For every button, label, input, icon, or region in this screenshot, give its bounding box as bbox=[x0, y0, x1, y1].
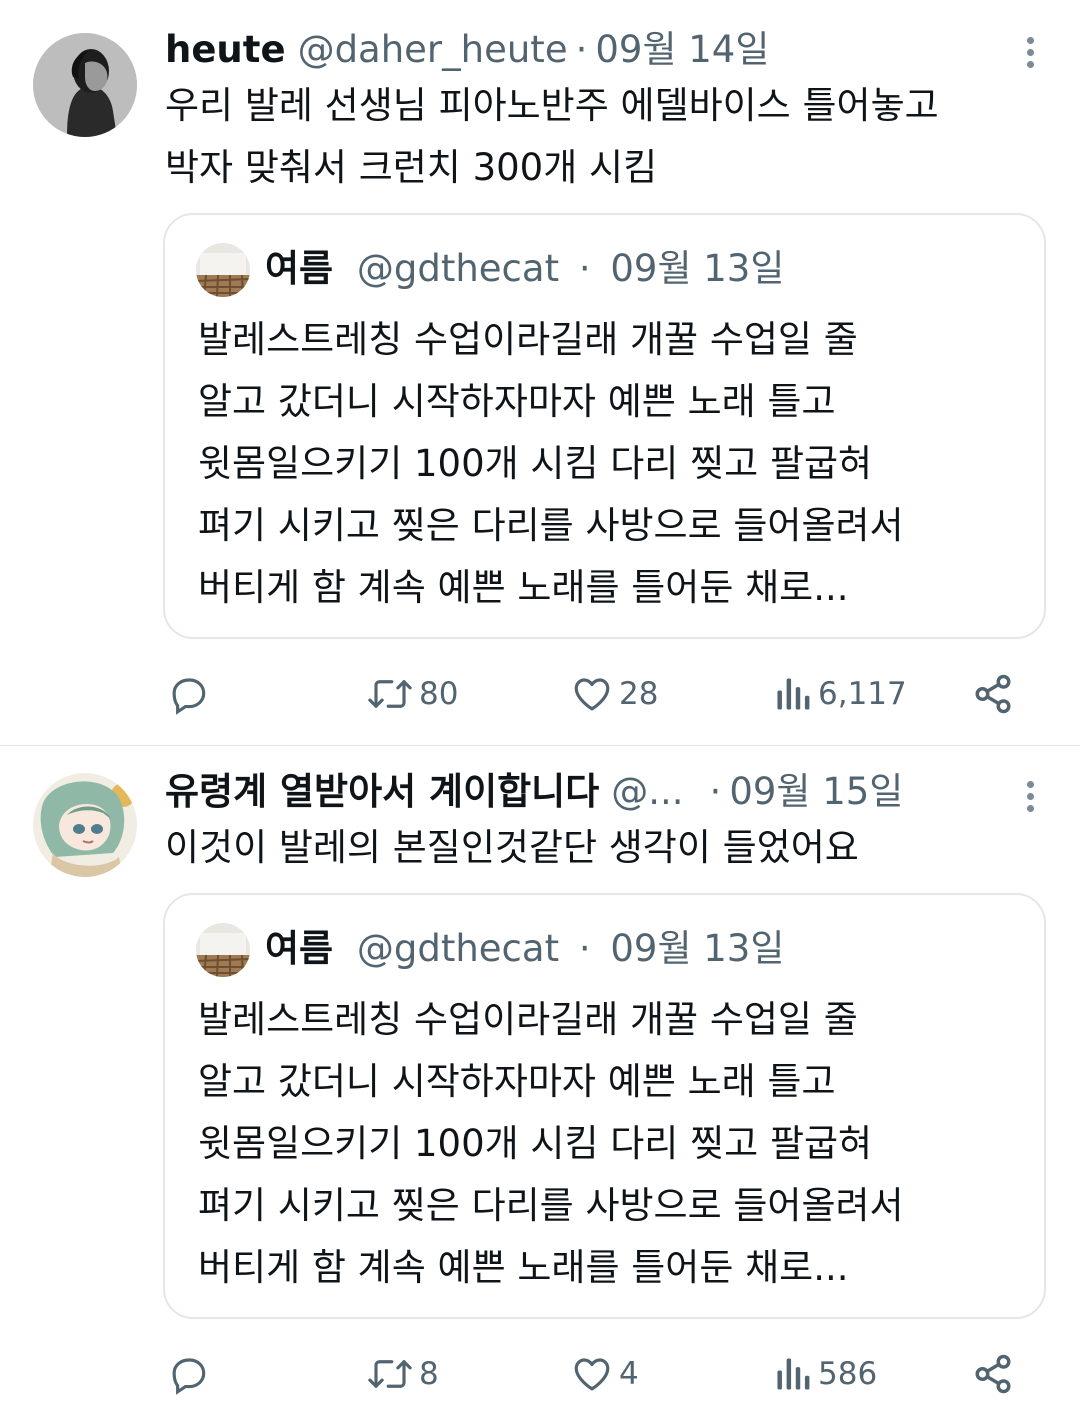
display-name[interactable]: heute bbox=[165, 22, 286, 78]
separator: · bbox=[709, 770, 722, 813]
tweet-text: 이것이 발레의 본질인것같단 생각이 들었어요 bbox=[165, 817, 1040, 879]
display-name[interactable]: 유령계 열받아서 계이합니다 bbox=[165, 764, 599, 820]
tweet-header: heute @daher_heute · 09월 14일 bbox=[165, 22, 1020, 78]
retweet-button[interactable]: 80 bbox=[367, 664, 458, 724]
tweet-header: 유령계 열받아서 계이합니다 @... · 09월 15일 bbox=[165, 764, 1020, 820]
views-icon bbox=[777, 1358, 810, 1390]
like-button[interactable]: 28 bbox=[571, 664, 658, 724]
separator: · bbox=[578, 247, 591, 290]
quote-text: 발레스트레칭 수업이라길래 개꿀 수업일 줄 알고 갔더니 시작하자마자 예쁜 … bbox=[198, 309, 1004, 619]
quote-text-line: 알고 갔더니 시작하자마자 예쁜 노래 틀고 bbox=[198, 1060, 836, 1103]
avatar[interactable] bbox=[33, 773, 137, 877]
share-icon bbox=[975, 1354, 1011, 1394]
like-count: 28 bbox=[619, 676, 659, 712]
quote-date: 09월 13일 bbox=[610, 247, 785, 290]
more-icon[interactable] bbox=[1018, 34, 1042, 74]
tweet-date[interactable]: 09월 15일 bbox=[729, 764, 903, 820]
separator: · bbox=[578, 927, 591, 970]
quote-text-line: 윗몸일으키기 100개 시킴 다리 찢고 팔굽혀 bbox=[198, 442, 873, 485]
quote-user-handle: @gdthecat bbox=[356, 927, 560, 970]
quote-display-name: 여름 bbox=[265, 247, 334, 290]
quote-avatar bbox=[196, 923, 250, 977]
quote-text: 발레스트레칭 수업이라길래 개꿀 수업일 줄 알고 갔더니 시작하자마자 예쁜 … bbox=[198, 989, 1004, 1299]
reply-button[interactable] bbox=[168, 664, 216, 724]
quote-date: 09월 13일 bbox=[610, 927, 785, 970]
retweet-count: 80 bbox=[419, 676, 459, 712]
tweet[interactable]: 유령계 열받아서 계이합니다 @... · 09월 15일 이것이 발레의 본질… bbox=[0, 745, 1080, 1421]
quote-tweet[interactable]: 여름 @gdthecat · 09월 13일 발레스트레칭 수업이라길래 개꿀 … bbox=[163, 893, 1046, 1319]
share-icon bbox=[975, 674, 1011, 714]
user-handle[interactable]: @... bbox=[611, 764, 683, 820]
quote-text-line: 버티게 함 계속 예쁜 노래를 틀어둔 채로... bbox=[198, 1246, 849, 1289]
quote-text-line: 발레스트레칭 수업이라길래 개꿀 수업일 줄 bbox=[198, 318, 858, 361]
quote-header: 여름 @gdthecat · 09월 13일 bbox=[265, 921, 784, 977]
share-button[interactable] bbox=[972, 1344, 1014, 1404]
quote-tweet[interactable]: 여름 @gdthecat · 09월 13일 발레스트레칭 수업이라길래 개꿀 … bbox=[163, 213, 1046, 639]
reply-icon bbox=[172, 1358, 206, 1395]
retweet-icon bbox=[368, 1360, 412, 1388]
quote-display-name: 여름 bbox=[265, 927, 334, 970]
reply-icon bbox=[172, 678, 206, 715]
tweet-actions: 8 4 586 bbox=[0, 1344, 1080, 1404]
quote-header: 여름 @gdthecat · 09월 13일 bbox=[265, 241, 784, 297]
user-handle[interactable]: @daher_heute bbox=[298, 22, 568, 78]
retweet-button[interactable]: 8 bbox=[367, 1344, 439, 1404]
tweet[interactable]: heute @daher_heute · 09월 14일 우리 발레 선생님 피… bbox=[0, 0, 1080, 745]
tweet-actions: 80 28 6,117 bbox=[0, 664, 1080, 724]
views-button[interactable]: 6,117 bbox=[774, 664, 907, 724]
tweet-text-line: 우리 발레 선생님 피아노반주 에델바이스 틀어놓고 bbox=[165, 84, 939, 127]
views-count: 586 bbox=[818, 1356, 878, 1392]
views-button[interactable]: 586 bbox=[774, 1344, 877, 1404]
tweet-text-line: 박자 맞춰서 크런치 300개 시킴 bbox=[165, 146, 658, 189]
like-count: 4 bbox=[619, 1356, 639, 1392]
reply-button[interactable] bbox=[168, 1344, 216, 1404]
like-button[interactable]: 4 bbox=[571, 1344, 639, 1404]
tweet-date[interactable]: 09월 14일 bbox=[595, 22, 769, 78]
quote-text-line: 윗몸일으키기 100개 시킴 다리 찢고 팔굽혀 bbox=[198, 1122, 873, 1165]
separator: · bbox=[575, 28, 588, 71]
share-button[interactable] bbox=[972, 664, 1014, 724]
tweet-text: 우리 발레 선생님 피아노반주 에델바이스 틀어놓고 박자 맞춰서 크런치 30… bbox=[165, 75, 1040, 199]
like-icon bbox=[574, 1358, 610, 1391]
quote-text-line: 발레스트레칭 수업이라길래 개꿀 수업일 줄 bbox=[198, 998, 858, 1041]
more-icon[interactable] bbox=[1018, 778, 1042, 818]
quote-text-line: 알고 갔더니 시작하자마자 예쁜 노래 틀고 bbox=[198, 380, 836, 423]
retweet-icon bbox=[368, 680, 412, 708]
views-count: 6,117 bbox=[818, 676, 907, 712]
tweet-text-line: 이것이 발레의 본질인것같단 생각이 들었어요 bbox=[165, 826, 859, 869]
quote-user-handle: @gdthecat bbox=[356, 247, 560, 290]
avatar[interactable] bbox=[33, 33, 137, 137]
quote-text-line: 펴기 시키고 찢은 다리를 사방으로 들어올려서 bbox=[198, 504, 904, 547]
quote-text-line: 버티게 함 계속 예쁜 노래를 틀어둔 채로... bbox=[198, 566, 849, 609]
like-icon bbox=[574, 678, 610, 711]
views-icon bbox=[777, 678, 810, 710]
quote-text-line: 펴기 시키고 찢은 다리를 사방으로 들어올려서 bbox=[198, 1184, 904, 1227]
quote-avatar bbox=[196, 243, 250, 297]
retweet-count: 8 bbox=[419, 1356, 439, 1392]
